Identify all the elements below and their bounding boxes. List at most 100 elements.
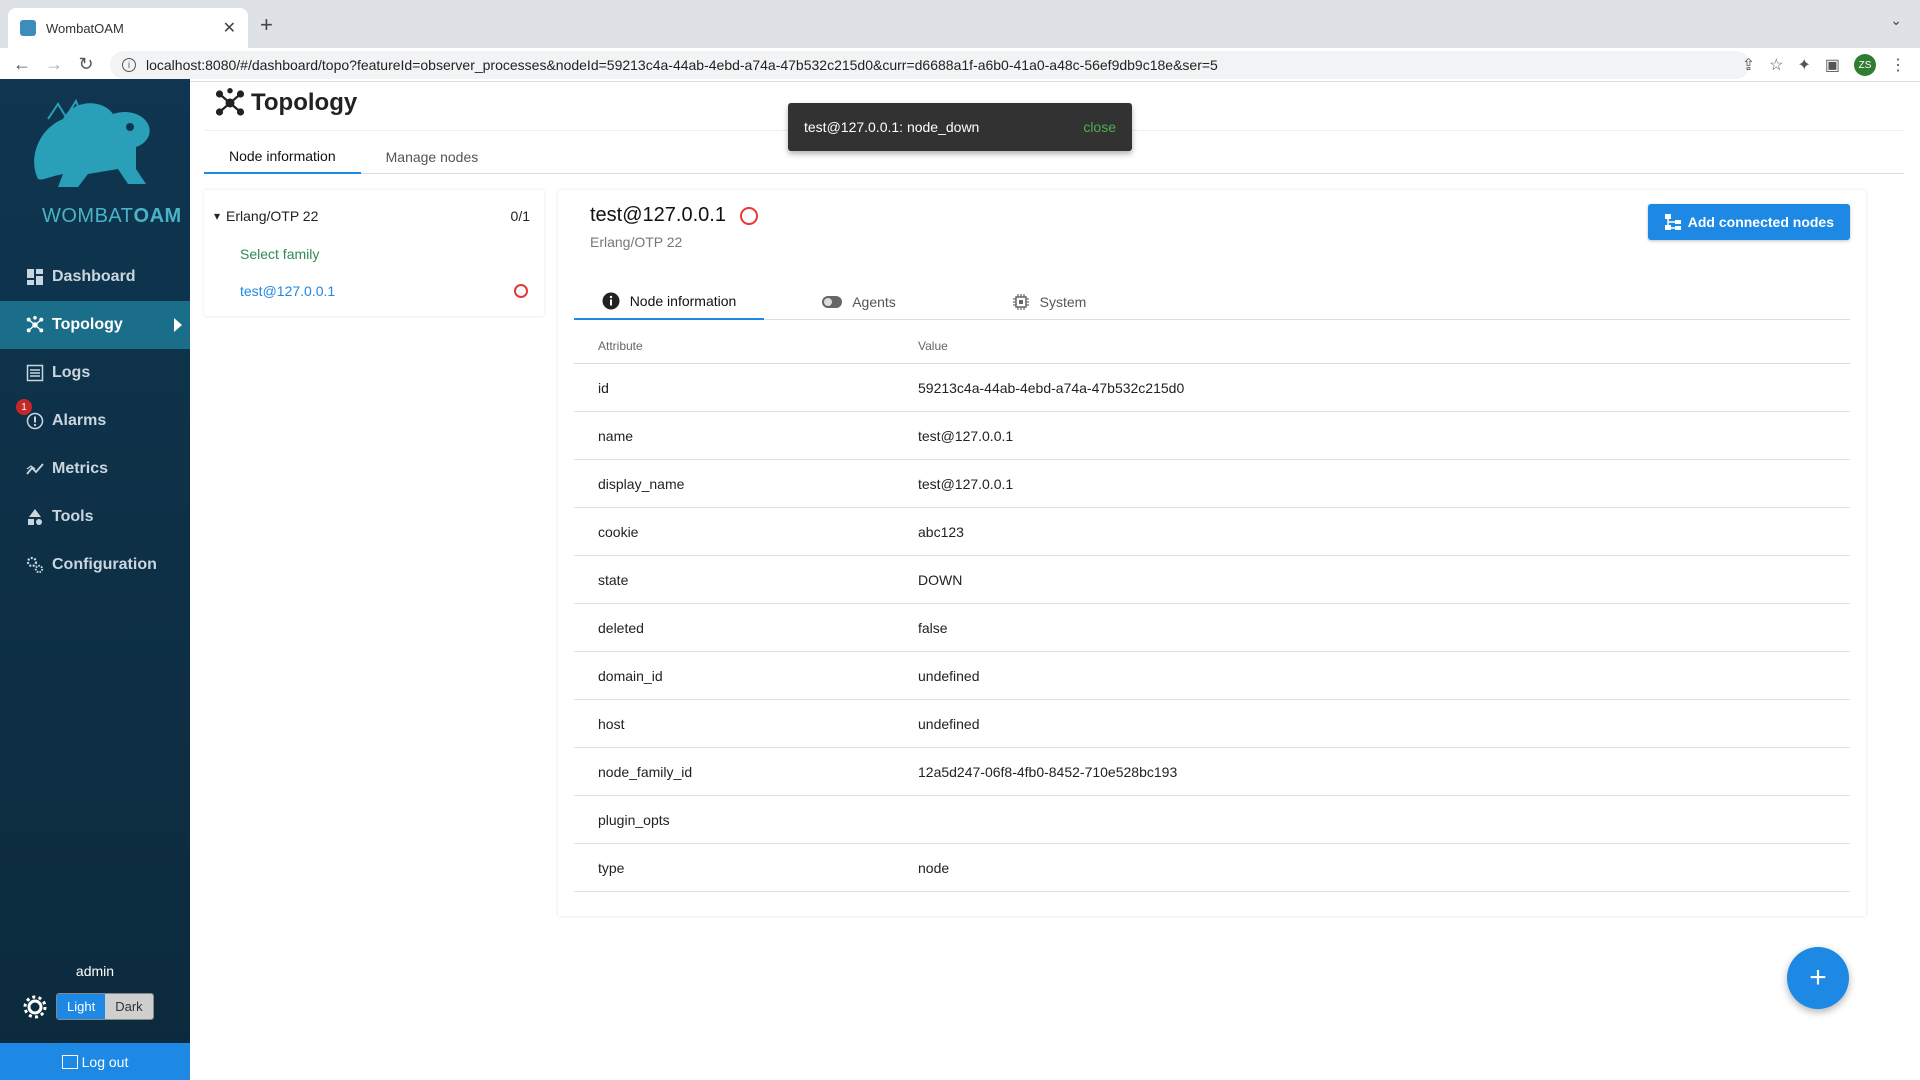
table-row: host undefined	[574, 700, 1850, 748]
topology-icon	[215, 88, 245, 116]
share-icon[interactable]: ⇪	[1742, 55, 1755, 75]
table-row: domain_id undefined	[574, 652, 1850, 700]
logout-icon	[61, 1054, 78, 1069]
nav-item-tools[interactable]: Tools	[0, 493, 190, 541]
tab-manage-nodes[interactable]: Manage nodes	[361, 140, 504, 174]
attribute-cell: plugin_opts	[598, 811, 670, 828]
logo-text: WOMBATOAM	[42, 205, 182, 227]
bookmark-star-icon[interactable]: ☆	[1769, 55, 1783, 75]
caret-right-icon	[174, 318, 182, 332]
value-cell: DOWN	[918, 571, 963, 588]
tab-node-information-detail[interactable]: Node information	[574, 284, 764, 320]
address-bar: ← → ↻ i localhost:8080/#/dashboard/topo?…	[0, 48, 1920, 82]
profile-avatar[interactable]: ZS	[1854, 54, 1876, 76]
value-cell: abc123	[918, 523, 964, 540]
back-icon[interactable]: ←	[6, 54, 38, 75]
wombat-icon	[34, 98, 150, 187]
logout-button[interactable]: Log out	[0, 1043, 190, 1080]
table-row: name test@127.0.0.1	[574, 412, 1850, 460]
extensions-icon[interactable]: ✦	[1797, 55, 1810, 75]
table-row: type node	[574, 844, 1850, 892]
browser-menu-icon[interactable]: ⋮	[1890, 55, 1906, 75]
tab-system[interactable]: System	[954, 284, 1144, 320]
nav-label: Dashboard	[52, 268, 136, 285]
nav-item-dashboard[interactable]: Dashboard	[0, 253, 190, 301]
theme-switcher: Light Dark	[22, 993, 154, 1020]
logout-label: Log out	[81, 1053, 129, 1070]
new-tab-icon[interactable]: +	[260, 12, 273, 38]
tab-label: Agents	[852, 294, 896, 310]
dashboard-icon	[26, 268, 44, 286]
attribute-cell: cookie	[598, 523, 639, 540]
hierarchy-icon	[1664, 214, 1681, 230]
configuration-icon	[26, 556, 44, 574]
node-family-subtitle: Erlang/OTP 22	[590, 234, 683, 250]
value-cell: test@127.0.0.1	[918, 427, 1014, 444]
nav-item-logs[interactable]: Logs	[0, 349, 190, 397]
nav-label: Configuration	[52, 556, 157, 573]
table-row: display_name test@127.0.0.1	[574, 460, 1850, 508]
tab-node-information[interactable]: Node information	[204, 140, 361, 174]
nav-label: Tools	[52, 508, 94, 525]
tab-agents[interactable]: Agents	[764, 284, 954, 320]
tree-node-item[interactable]: test@127.0.0.1	[204, 283, 544, 299]
node-tree: ▾ Erlang/OTP 22 0/1 Select family test@1…	[204, 190, 544, 316]
attribute-cell: host	[598, 715, 625, 732]
tab-search-icon[interactable]: ⌄	[1890, 12, 1902, 29]
detail-tabs: Node information Agents System	[574, 284, 1850, 320]
attribute-cell: type	[598, 859, 625, 876]
value-cell: node	[918, 859, 950, 876]
theme-light-button[interactable]: Light	[57, 994, 106, 1019]
family-node-count: 0/1	[510, 208, 530, 224]
chevron-down-icon[interactable]: ▾	[214, 209, 220, 223]
tree-family-row[interactable]: ▾ Erlang/OTP 22 0/1	[204, 208, 544, 224]
reload-icon[interactable]: ↻	[70, 54, 102, 75]
nav-label: Metrics	[52, 460, 109, 477]
nav-item-configuration[interactable]: Configuration	[0, 541, 190, 589]
page-title-text: Topology	[251, 89, 358, 116]
url-text: localhost:8080/#/dashboard/topo?featureI…	[146, 57, 1218, 73]
value-cell: undefined	[918, 715, 980, 732]
nav-item-alarms[interactable]: 1 Alarms	[0, 397, 190, 445]
nav-item-metrics[interactable]: Metrics	[0, 445, 190, 493]
value-cell: 59213c4a-44ab-4ebd-a74a-47b532c215d0	[918, 379, 1185, 396]
value-cell: test@127.0.0.1	[918, 475, 1014, 492]
forward-icon[interactable]: →	[38, 54, 70, 75]
alarm-count-badge: 1	[16, 399, 32, 415]
family-name: Erlang/OTP 22	[226, 208, 319, 224]
topology-icon	[26, 316, 44, 334]
attribute-cell: node_family_id	[598, 763, 693, 780]
favicon-icon	[20, 20, 36, 36]
nav-label: Logs	[52, 364, 91, 381]
node-title-text: test@127.0.0.1	[590, 204, 726, 226]
current-user: admin	[75, 963, 115, 979]
site-info-icon[interactable]: i	[122, 58, 136, 72]
nav-item-topology[interactable]: Topology	[0, 301, 190, 349]
tools-icon	[26, 508, 44, 526]
close-tab-icon[interactable]: ✕	[223, 18, 236, 38]
chip-icon	[1012, 293, 1030, 311]
theme-dark-button[interactable]: Dark	[105, 994, 153, 1019]
browser-tab[interactable]: WombatOAM ✕	[8, 8, 248, 48]
value-cell: false	[918, 619, 948, 636]
node-down-status-icon	[514, 284, 528, 298]
value-cell: 12a5d247-06f8-4fb0-8452-710e528bc193	[918, 763, 1178, 780]
side-panel-icon[interactable]: ▣	[1825, 55, 1840, 75]
page-title: Topology	[215, 88, 357, 118]
wombat-logo: WOMBATOAM	[18, 89, 181, 259]
attribute-cell: name	[598, 427, 634, 444]
tab-label: Node information	[629, 293, 737, 309]
gear-icon[interactable]	[22, 994, 48, 1020]
snackbar-close-button[interactable]: close	[1083, 119, 1116, 135]
add-fab-button[interactable]: +	[1787, 947, 1849, 1009]
attribute-cell: state	[598, 571, 629, 588]
value-column-header: Value	[918, 338, 948, 353]
toggle-icon	[822, 296, 843, 308]
attribute-column-header: Attribute	[598, 338, 643, 353]
url-input[interactable]: i localhost:8080/#/dashboard/topo?featur…	[110, 51, 1750, 79]
add-connected-nodes-button[interactable]: Add connected nodes	[1647, 204, 1850, 240]
tab-label: System	[1039, 294, 1087, 310]
node-down-status-icon	[739, 206, 758, 225]
select-family-link[interactable]: Select family	[204, 246, 544, 262]
sidebar: WOMBATOAM Dashboard Topology Logs 1 Alar…	[0, 79, 190, 1080]
